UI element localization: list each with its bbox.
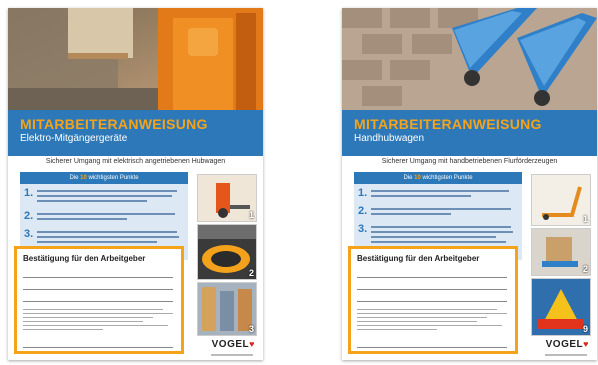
- logo-tagline: [545, 354, 587, 356]
- key-points-header: Die 10 wichtigsten Punkte: [20, 172, 188, 184]
- points-header-post: wichtigsten Punkte: [88, 175, 139, 181]
- logo-text: VOGEL: [545, 339, 584, 350]
- points-header-num: 10: [80, 175, 87, 181]
- title-band: MITARBEITERANWEISUNG Handhubwagen: [342, 110, 597, 156]
- point-number: 2.: [24, 210, 34, 222]
- thumbnail-number: 1: [248, 210, 254, 220]
- points-header-post: wichtigsten Punkte: [422, 175, 473, 181]
- document-title: MITARBEITERANWEISUNG: [354, 116, 542, 132]
- logo-tagline: [211, 354, 253, 356]
- point-number: 1.: [358, 187, 368, 199]
- document-cover-handhubwagen: MITARBEITERANWEISUNG Handhubwagen Sicher…: [342, 8, 597, 360]
- logo-text: VOGEL: [211, 339, 250, 350]
- point-number: 3.: [358, 223, 368, 235]
- employer-confirmation-box: Bestätigung für den Arbeitgeber: [14, 246, 184, 354]
- thumbnail-image: 1: [531, 174, 591, 226]
- title-band: MITARBEITERANWEISUNG Elektro-Mitgängerge…: [8, 110, 263, 156]
- publisher-logo: VOGEL♥: [546, 339, 589, 350]
- points-header-pre: Die: [403, 175, 413, 181]
- point-number: 2.: [358, 205, 368, 217]
- points-header-num: 10: [414, 175, 421, 181]
- thumbnail-image: 2: [197, 224, 257, 280]
- cover-photo-pallet-jack: [342, 8, 597, 110]
- cover-photo-forklift: [8, 8, 263, 110]
- document-subtitle: Elektro-Mitgängergeräte: [20, 133, 128, 144]
- thumbnail-number: 1: [582, 214, 588, 224]
- point-number: 1.: [24, 187, 34, 199]
- heart-icon: ♥: [249, 339, 255, 349]
- points-header-pre: Die: [69, 175, 79, 181]
- thumbnail-image: 3: [197, 282, 257, 336]
- document-subtitle: Handhubwagen: [354, 133, 425, 144]
- thumbnail-number: 2: [248, 268, 254, 278]
- thumbnail-image: 9: [531, 278, 591, 336]
- point-number: 3.: [24, 228, 34, 240]
- thumbnail-number: 2: [582, 264, 588, 274]
- heart-icon: ♥: [583, 339, 589, 349]
- thumbnail-number: 3: [248, 324, 254, 334]
- confirmation-title: Bestätigung für den Arbeitgeber: [23, 254, 146, 263]
- key-points-header: Die 10 wichtigsten Punkte: [354, 172, 522, 184]
- thumbnail-image: 2: [531, 228, 591, 276]
- document-cover-elektro: MITARBEITERANWEISUNG Elektro-Mitgängerge…: [8, 8, 263, 360]
- publisher-logo: VOGEL♥: [212, 339, 255, 350]
- document-tagline: Sicherer Umgang mit elektrisch angetrieb…: [45, 158, 226, 165]
- confirmation-title: Bestätigung für den Arbeitgeber: [357, 254, 480, 263]
- thumbnail-number: 9: [582, 324, 588, 334]
- document-title: MITARBEITERANWEISUNG: [20, 116, 208, 132]
- document-tagline: Sicherer Umgang mit handbetriebenen Flur…: [381, 158, 558, 165]
- employer-confirmation-box: Bestätigung für den Arbeitgeber: [348, 246, 518, 354]
- thumbnail-image: 1: [197, 174, 257, 222]
